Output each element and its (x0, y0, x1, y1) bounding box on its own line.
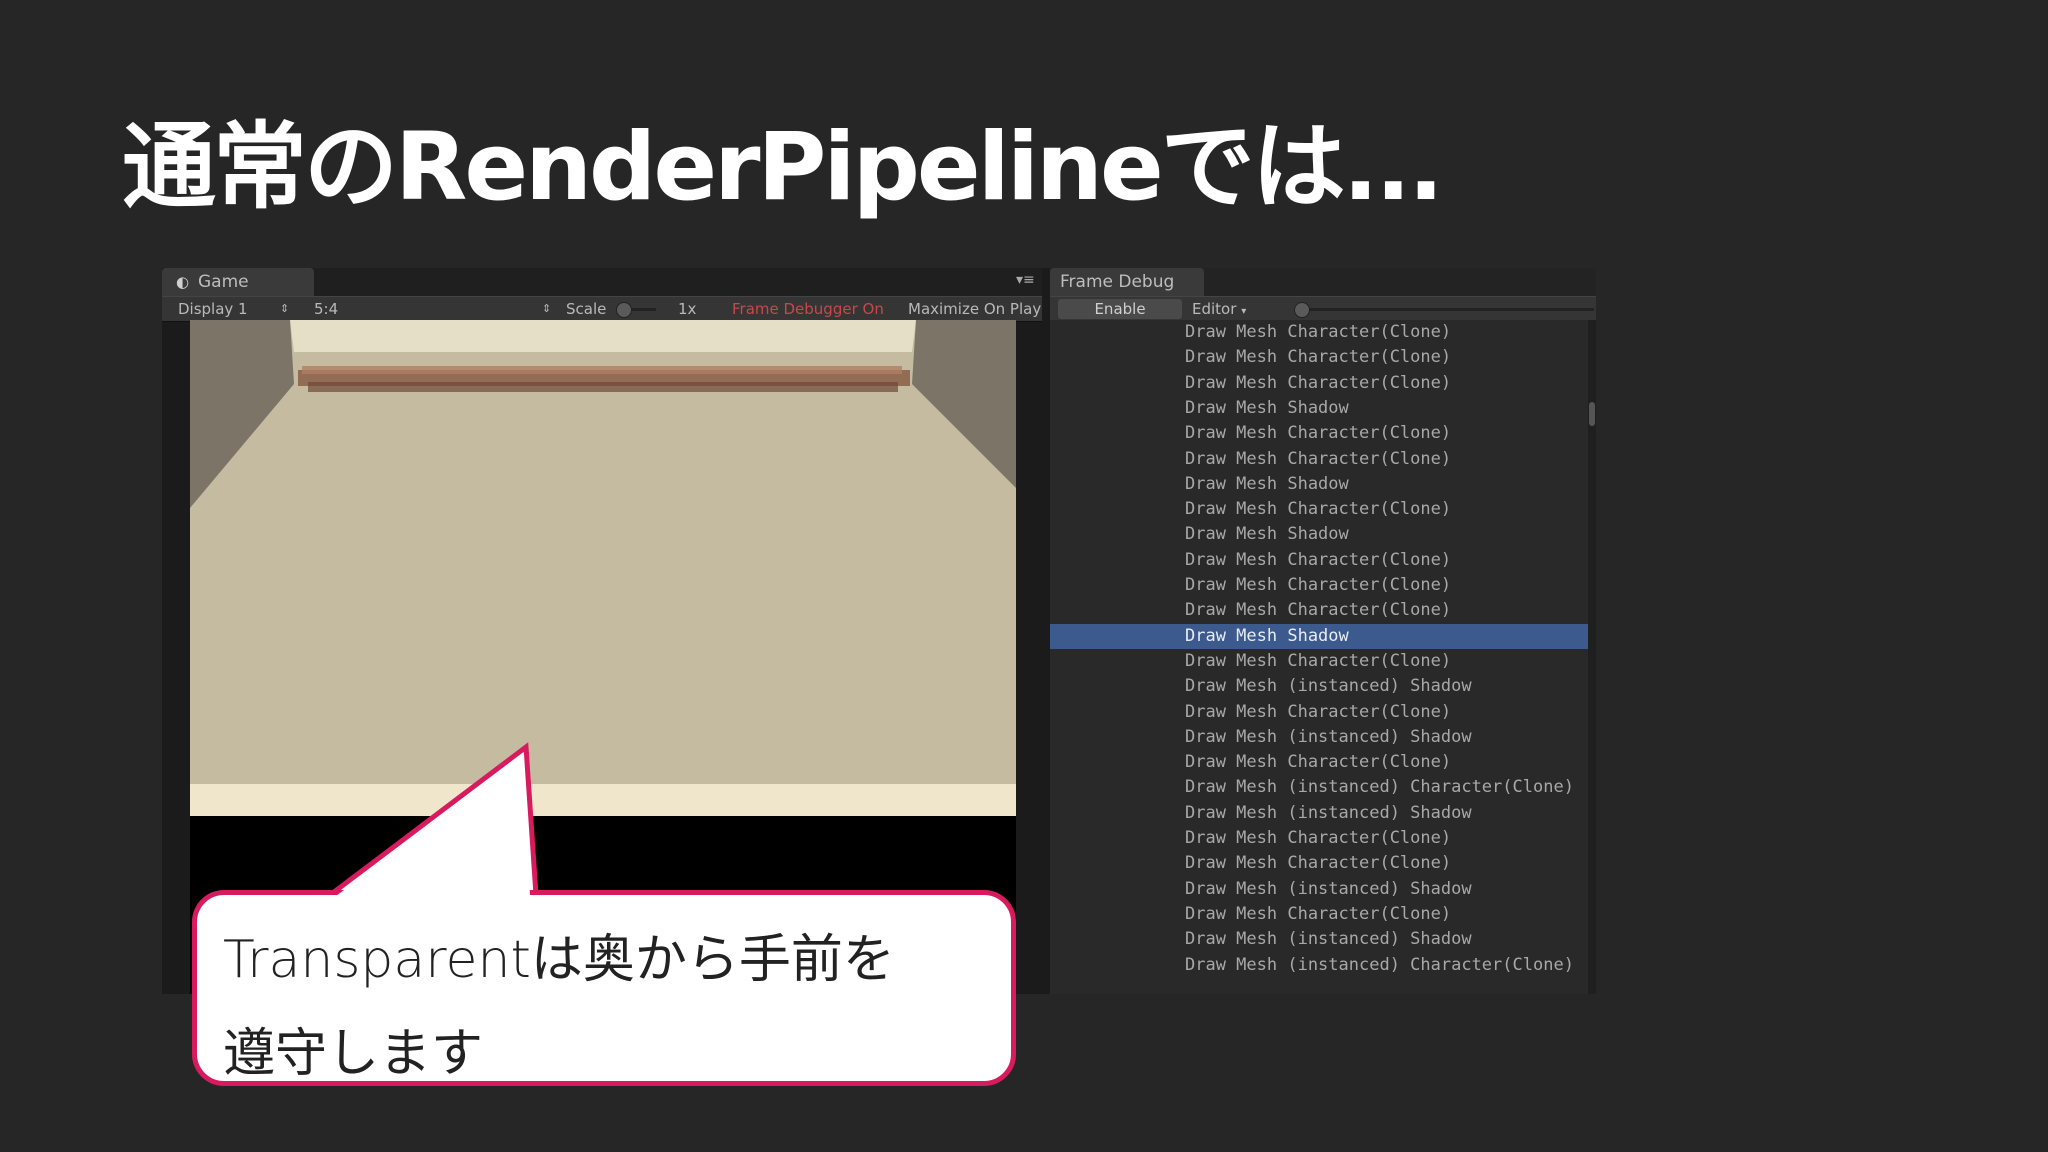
draw-event-row[interactable]: Draw Mesh Shadow (1050, 396, 1588, 421)
draw-event-row[interactable]: Draw Mesh (instanced) Shadow (1050, 927, 1588, 952)
character-crowd (298, 366, 910, 392)
draw-event-row[interactable]: Draw Mesh Character(Clone) (1050, 548, 1588, 573)
draw-event-row[interactable]: Draw Mesh Character(Clone) (1050, 649, 1588, 674)
draw-event-row[interactable]: Draw Mesh Character(Clone) (1050, 320, 1588, 345)
floor-edge (190, 784, 1016, 816)
frame-debug-toolbar: Enable Editor ▾ (1050, 296, 1596, 322)
draw-event-row[interactable]: Draw Mesh Shadow (1050, 623, 1588, 649)
chevron-down-icon: ▾ (1241, 306, 1247, 317)
pacman-icon: ◐ (176, 273, 190, 291)
aspect-dropdown-arrows-icon: ⇕ (542, 302, 552, 315)
draw-event-row[interactable]: Draw Mesh Character(Clone) (1050, 447, 1588, 472)
display-dropdown-arrows-icon: ⇕ (280, 302, 290, 315)
draw-event-row[interactable]: Draw Mesh Character(Clone) (1050, 700, 1588, 725)
draw-event-row[interactable]: Draw Mesh Character(Clone) (1050, 826, 1588, 851)
draw-event-row[interactable]: Draw Mesh Shadow (1050, 472, 1588, 497)
draw-event-row[interactable]: Draw Mesh Character(Clone) (1050, 750, 1588, 775)
scale-value: 1x (678, 300, 697, 318)
draw-event-row[interactable]: Draw Mesh (instanced) Character(Clone) (1050, 953, 1588, 978)
draw-event-row[interactable]: Draw Mesh (instanced) Shadow (1050, 801, 1588, 826)
draw-event-row[interactable]: Draw Mesh (instanced) Character(Clone) (1050, 775, 1588, 800)
draw-event-row[interactable]: Draw Mesh Character(Clone) (1050, 851, 1588, 876)
scale-label: Scale (566, 300, 607, 318)
game-tab-strip: ◐ Game ▾≡ (162, 268, 1042, 296)
draw-event-row[interactable]: Draw Mesh Character(Clone) (1050, 421, 1588, 446)
draw-event-row[interactable]: Draw Mesh Character(Clone) (1050, 371, 1588, 396)
scale-slider-knob[interactable] (616, 302, 632, 318)
draw-event-row[interactable]: Draw Mesh Shadow (1050, 522, 1588, 547)
draw-event-row[interactable]: Draw Mesh (instanced) Shadow (1050, 674, 1588, 699)
draw-event-row[interactable]: Draw Mesh Character(Clone) (1050, 902, 1588, 927)
draw-event-row[interactable]: Draw Mesh Character(Clone) (1050, 497, 1588, 522)
event-slider[interactable] (1294, 302, 1594, 318)
slide-title: 通常のRenderPipelineでは... (122, 113, 1444, 222)
event-slider-knob[interactable] (1294, 302, 1310, 318)
maximize-on-play-toggle[interactable]: Maximize On Play (908, 297, 1042, 321)
floor (190, 320, 1016, 828)
aspect-dropdown[interactable]: 5:4 (314, 297, 338, 321)
frame-debugger-status: Frame Debugger On (732, 300, 884, 318)
scrollbar-thumb[interactable] (1589, 402, 1595, 426)
back-wall (290, 320, 916, 352)
display-dropdown[interactable]: Display 1 (178, 297, 248, 321)
unity-editor-screenshot: ◐ Game ▾≡ Display 1 ⇕ 5:4 ⇕ Scale 1x Fra… (162, 268, 1596, 994)
event-list-scrollbar[interactable] (1588, 320, 1596, 994)
scale-slider[interactable] (616, 302, 656, 318)
draw-event-list: Draw Mesh Character(Clone) Draw Mesh Char… (1050, 320, 1588, 994)
draw-event-row[interactable]: Draw Mesh (instanced) Shadow (1050, 725, 1588, 750)
draw-event-row[interactable]: Draw Mesh (instanced) Shadow (1050, 877, 1588, 902)
frame-debug-tab[interactable]: Frame Debug (1050, 268, 1204, 296)
callout-bubble: Transparentは奥から手前を 遵守します (192, 890, 1016, 1086)
callout-line-2: 遵守します (223, 1024, 484, 1084)
draw-event-row[interactable]: Draw Mesh Character(Clone) (1050, 345, 1588, 370)
callout-line-1: Transparentは奥から手前を (223, 930, 895, 990)
game-toolbar: Display 1 ⇕ 5:4 ⇕ Scale 1x Frame Debugge… (162, 296, 1042, 322)
game-tab[interactable]: ◐ Game (162, 268, 314, 296)
game-tab-label: Game (198, 272, 249, 292)
frame-debug-panel: Frame Debug Enable Editor ▾ Draw Mesh Ch… (1050, 268, 1596, 994)
draw-event-row[interactable]: Draw Mesh Character(Clone) (1050, 598, 1588, 623)
hamburger-menu-icon[interactable]: ▾≡ (1016, 272, 1035, 288)
target-label: Editor (1192, 300, 1237, 318)
draw-event-row[interactable]: Draw Mesh Character(Clone) (1050, 573, 1588, 598)
enable-button[interactable]: Enable (1058, 299, 1182, 319)
